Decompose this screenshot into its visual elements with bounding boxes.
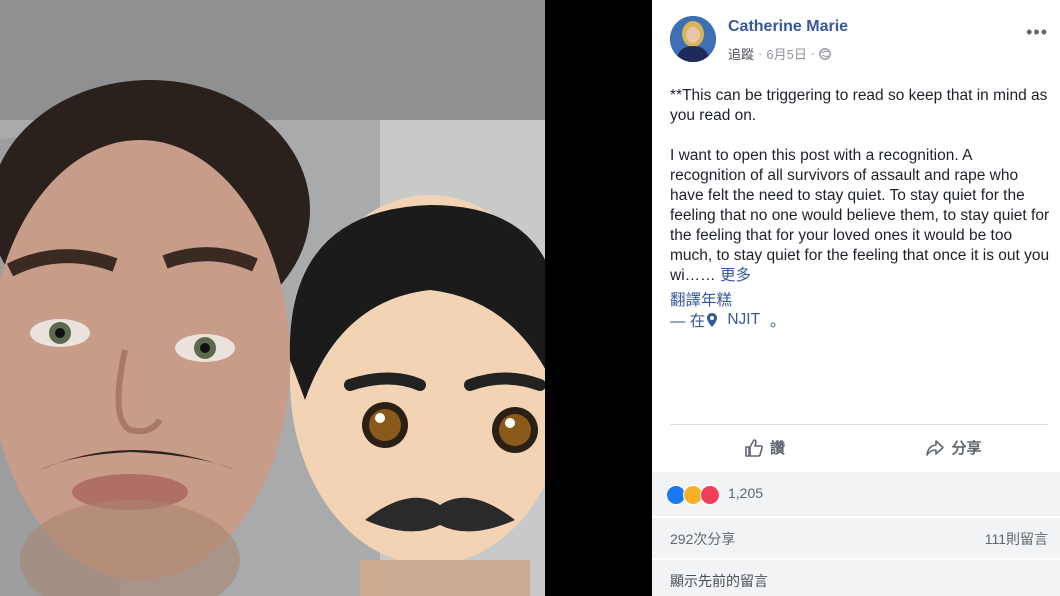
location-line: — 在 NJIT 。: [670, 309, 786, 331]
comment-count[interactable]: 111則留言: [985, 529, 1048, 549]
location-name[interactable]: NJIT: [727, 311, 760, 329]
reaction-icons[interactable]: [666, 485, 720, 505]
like-button[interactable]: 讚: [670, 425, 859, 470]
more-options-icon[interactable]: •••: [1026, 22, 1048, 43]
avatar-image: [670, 16, 716, 62]
photo-viewer: [0, 0, 652, 596]
meta-separator: ·: [758, 46, 763, 61]
post-panel: Catherine Marie 追蹤 · 6月5日 · ••• **This c…: [652, 0, 1060, 596]
meta-separator-2: ·: [810, 46, 816, 61]
share-icon: [926, 439, 945, 456]
like-label: 讚: [769, 440, 785, 457]
thumbs-up-icon: [745, 438, 763, 457]
share-count[interactable]: 292次分享: [670, 529, 735, 549]
reactions-bar: 1,205: [652, 472, 1060, 516]
post-stats: 292次分享 111則留言: [652, 518, 1060, 558]
post-actions: 讚 分享: [670, 425, 1048, 470]
author-name[interactable]: Catherine Marie: [728, 18, 848, 36]
avatar[interactable]: [670, 16, 716, 62]
post-photo[interactable]: [0, 0, 545, 596]
post-paragraph-2-text: I want to open this post with a recognit…: [670, 147, 1050, 284]
see-more-link[interactable]: 更多: [720, 267, 751, 284]
share-button[interactable]: 分享: [859, 425, 1048, 470]
post-text: **This can be triggering to read so keep…: [670, 86, 1050, 286]
previous-comments-bar: 顯示先前的留言: [652, 560, 1060, 596]
location-pin-icon: [707, 313, 718, 327]
post-paragraph-2: I want to open this post with a recognit…: [670, 146, 1050, 286]
love-reaction-icon: [700, 485, 720, 505]
translate-link[interactable]: 翻譯年糕: [670, 288, 732, 310]
location-suffix: 。: [770, 313, 786, 330]
post-header: Catherine Marie 追蹤 · 6月5日 · •••: [670, 16, 1048, 62]
post-meta: 追蹤 · 6月5日 ·: [728, 44, 832, 63]
reaction-count[interactable]: 1,205: [728, 485, 763, 501]
previous-comments-link[interactable]: 顯示先前的留言: [670, 571, 768, 591]
post-paragraph-1: **This can be triggering to read so keep…: [670, 87, 1048, 124]
share-label: 分享: [951, 440, 982, 457]
follow-link[interactable]: 追蹤: [728, 44, 754, 63]
location-prefix: — 在: [670, 313, 706, 330]
post-date[interactable]: 6月5日: [766, 44, 806, 63]
globe-icon[interactable]: [819, 47, 832, 60]
